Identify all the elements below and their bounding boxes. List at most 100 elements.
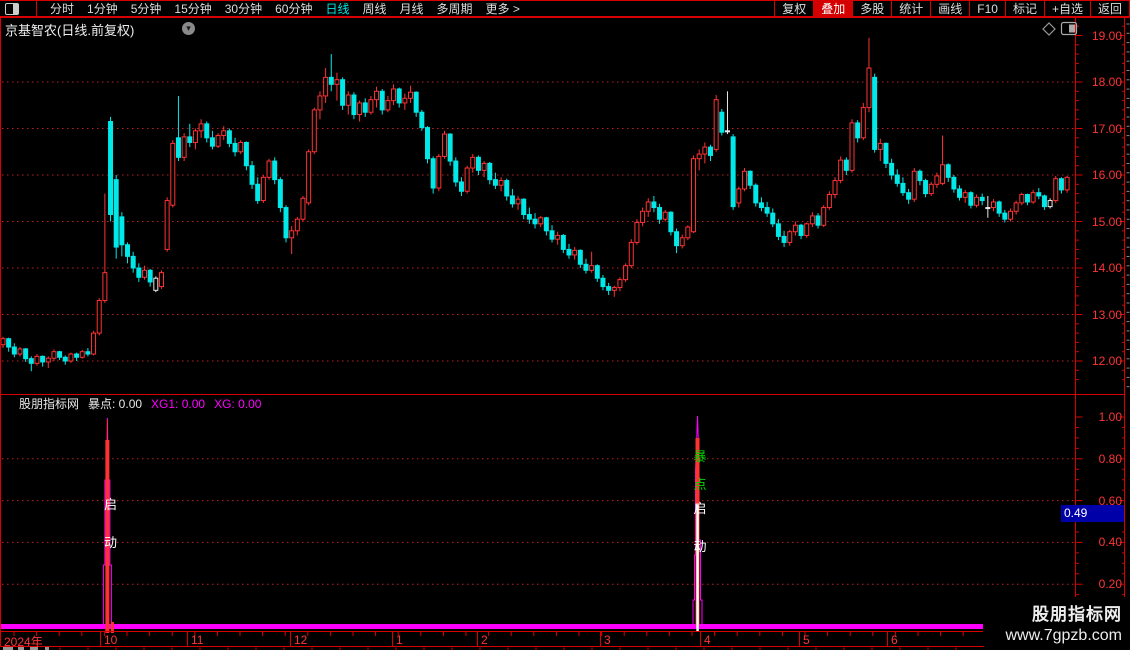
candle-body	[843, 159, 849, 171]
candle-body	[379, 90, 385, 111]
candle-body	[221, 130, 227, 136]
candle-body	[1058, 178, 1064, 191]
candle-body	[1002, 212, 1008, 220]
period-item-1[interactable]: 1分钟	[87, 0, 118, 17]
indicator-axis-label: 0.20	[1098, 577, 1122, 592]
period-item-9[interactable]: 多周期	[437, 0, 473, 17]
candle-body	[198, 123, 204, 132]
period-item-8[interactable]: 月线	[400, 0, 424, 17]
candle-body	[617, 279, 623, 289]
candle-body	[860, 107, 866, 139]
tool-item-0[interactable]: 复权	[774, 1, 813, 16]
price-axis-label: 19.00	[1091, 28, 1122, 43]
candle-body	[1013, 202, 1019, 212]
candle-body	[164, 200, 170, 250]
tool-item-7[interactable]: +自选	[1043, 1, 1090, 16]
candle-body	[175, 137, 181, 158]
candle-body	[611, 287, 617, 291]
candle-body	[62, 356, 68, 362]
candle-body	[560, 234, 566, 250]
candle-body	[351, 94, 357, 116]
candle-body	[232, 142, 238, 153]
tool-item-1[interactable]: 叠加	[813, 1, 853, 16]
candle-body	[113, 179, 119, 248]
candle-body	[526, 214, 532, 220]
candle-body	[911, 170, 917, 200]
candle-body	[102, 272, 108, 302]
candle-body	[1007, 210, 1013, 220]
window-split-icon[interactable]	[5, 2, 19, 15]
period-item-0[interactable]: 分时	[50, 0, 74, 17]
tool-item-2[interactable]: 多股	[852, 1, 891, 16]
candle-body	[589, 265, 595, 271]
diamond-icon[interactable]	[1042, 22, 1056, 36]
candle-body	[187, 136, 193, 143]
candle-body	[606, 286, 612, 291]
candle-body	[804, 223, 810, 236]
tool-item-4[interactable]: 画线	[930, 1, 969, 16]
candle-body	[23, 348, 29, 360]
candle-body	[821, 207, 827, 226]
indicator-field-暴点: 暴点: 0.00	[88, 397, 143, 411]
candle-body	[741, 170, 747, 190]
candle-body	[68, 353, 74, 362]
candle-body	[968, 192, 974, 206]
period-item-4[interactable]: 30分钟	[225, 0, 262, 17]
candle-body	[674, 231, 680, 247]
signal-label-char: 启	[103, 497, 117, 512]
indicator-field-XG1: XG1: 0.00	[151, 396, 206, 411]
candle-body	[906, 192, 912, 200]
date-axis-label: 12	[294, 633, 308, 647]
candle-body	[311, 109, 317, 153]
date-axis-label: 1	[396, 633, 403, 647]
candle-body	[96, 300, 102, 334]
date-axis-label: 4	[704, 633, 711, 647]
tool-item-3[interactable]: 统计	[891, 1, 930, 16]
period-item-7[interactable]: 周线	[362, 0, 386, 17]
date-axis-label: 6	[891, 633, 898, 647]
candle-body	[487, 162, 493, 181]
period-item-10[interactable]: 更多 >	[486, 0, 520, 17]
indicator-source-label: 股朋指标网	[19, 397, 80, 411]
candle-body	[40, 355, 46, 363]
title-collapse-chevron-icon[interactable]: ▾	[182, 22, 195, 35]
candle-body	[260, 176, 266, 202]
candle-body	[555, 234, 561, 240]
candle-body	[668, 211, 674, 233]
candle-body	[153, 277, 159, 291]
candle-body	[787, 231, 793, 243]
period-item-6[interactable]: 日线	[325, 0, 349, 17]
candle-body	[838, 159, 844, 182]
tool-item-8[interactable]: 返回	[1089, 1, 1130, 16]
candle-body	[685, 226, 691, 239]
tool-item-6[interactable]: 标记	[1004, 1, 1044, 16]
candle-body	[623, 265, 629, 281]
candle-body	[866, 67, 872, 109]
signal-label-char: 动	[693, 539, 707, 554]
date-axis-label: 11	[191, 633, 204, 647]
candle-body	[158, 272, 164, 288]
candle-body	[815, 215, 821, 226]
candle-body	[306, 151, 312, 204]
period-item-3[interactable]: 15分钟	[174, 0, 211, 17]
candle-body	[945, 164, 951, 178]
candle-body	[798, 224, 804, 236]
candle-body	[277, 179, 283, 209]
candle-body	[974, 196, 980, 206]
tool-item-5[interactable]: F10	[969, 1, 1005, 16]
period-item-2[interactable]: 5分钟	[131, 0, 162, 17]
candle-body	[940, 164, 946, 184]
candle-body	[74, 353, 80, 358]
candle-body	[51, 351, 57, 359]
candle-body	[441, 133, 447, 157]
candle-body	[951, 176, 957, 190]
period-item-5[interactable]: 60分钟	[275, 0, 312, 17]
candle-body	[549, 230, 555, 240]
candle-body	[928, 183, 934, 195]
candle-body	[736, 188, 742, 204]
candle-body	[889, 162, 895, 176]
signal-red-tip	[106, 420, 108, 442]
candle-body	[125, 244, 131, 257]
candle-body	[142, 269, 147, 278]
candle-body	[209, 137, 215, 147]
